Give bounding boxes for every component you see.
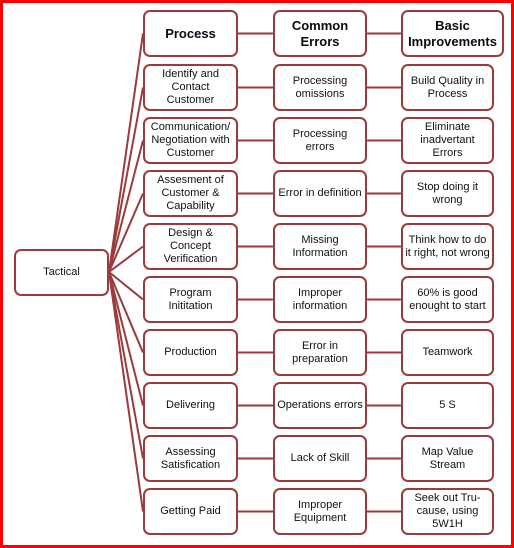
header-process: Process [143, 10, 238, 57]
improvement-node-label: 5 S [439, 399, 456, 411]
process-node-label: Production [164, 346, 217, 358]
root-label: Tactical [43, 266, 80, 278]
error-node: Improper Equipment [273, 488, 367, 535]
error-node: Lack of Skill [273, 435, 367, 482]
process-node: Design & Concept Verification [143, 223, 238, 270]
improvement-node: Map Value Stream [401, 435, 494, 482]
improvement-node: Seek out Tru-cause, using 5W1H [401, 488, 494, 535]
error-node-label: Error in definition [278, 187, 362, 199]
improvement-node-label: Stop doing it wrong [416, 180, 479, 206]
error-node: Missing Information [273, 223, 367, 270]
improvement-node: Build Quality in Process [401, 64, 494, 111]
error-node-label: Improper Equipment [293, 498, 347, 524]
connector-root-row [108, 271, 144, 512]
improvement-node-label: Map Value Stream [421, 445, 474, 471]
process-node: Assesment of Customer & Capability [143, 170, 238, 217]
error-node-label: Processing errors [292, 127, 348, 153]
connector-root-row [108, 87, 144, 273]
improvement-node: Teamwork [401, 329, 494, 376]
process-node: Getting Paid [143, 488, 238, 535]
process-node-label: Design & Concept Verification [163, 227, 218, 265]
improvement-node: Stop doing it wrong [401, 170, 494, 217]
error-node: Processing errors [273, 117, 367, 164]
error-node: Error in definition [273, 170, 367, 217]
improvement-node-label: Build Quality in Process [410, 74, 485, 100]
improvement-node-label: Seek out Tru-cause, using 5W1H [414, 492, 481, 530]
error-node-label: Operations errors [277, 399, 363, 411]
improvement-node: Eliminate inadvertant Errors [401, 117, 494, 164]
error-node-label: Processing omissions [292, 74, 348, 100]
process-node-label: Communication/ Negotiation with Customer [150, 121, 231, 159]
error-node: Error in preparation [273, 329, 367, 376]
process-node-label: Delivering [166, 399, 215, 411]
process-node: Communication/ Negotiation with Customer [143, 117, 238, 164]
process-node: Delivering [143, 382, 238, 429]
error-node-label: Lack of Skill [290, 452, 350, 464]
process-node: Identify and Contact Customer [143, 64, 238, 111]
improvement-node: 60% is good enought to start [401, 276, 494, 323]
process-node: Assessing Satisfication [143, 435, 238, 482]
error-node: Improper information [273, 276, 367, 323]
header-process-label: Process [165, 25, 216, 41]
error-node-label: Missing Information [292, 233, 348, 259]
improvement-node-label: Eliminate inadvertant Errors [420, 121, 475, 159]
process-node-label: Getting Paid [160, 505, 221, 517]
error-node: Processing omissions [273, 64, 367, 111]
error-node-label: Error in preparation [292, 339, 348, 365]
error-node: Operations errors [273, 382, 367, 429]
process-node: Production [143, 329, 238, 376]
improvement-node: Think how to do it right, not wrong [401, 223, 494, 270]
process-node-label: Assesment of Customer & Capability [157, 174, 224, 212]
header-common-errors-label: Common Errors [291, 17, 349, 49]
improvement-node-label: Think how to do it right, not wrong [405, 233, 490, 259]
root-node-tactical: Tactical [14, 249, 109, 296]
header-basic-improvements-label: Basic Improvements [408, 17, 497, 49]
improvement-node-label: Teamwork [422, 346, 473, 358]
process-node: Program Inititation [143, 276, 238, 323]
header-basic-improvements: Basic Improvements [401, 10, 504, 57]
connector-root-header [108, 33, 144, 273]
improvement-node-label: 60% is good enought to start [409, 286, 486, 312]
improvement-node: 5 S [401, 382, 494, 429]
process-node-label: Assessing Satisfication [160, 445, 221, 471]
header-common-errors: Common Errors [273, 10, 367, 57]
connector-root-row [108, 271, 144, 459]
process-node-label: Program Inititation [168, 286, 213, 312]
process-node-label: Identify and Contact Customer [162, 68, 219, 106]
error-node-label: Improper information [292, 286, 348, 312]
